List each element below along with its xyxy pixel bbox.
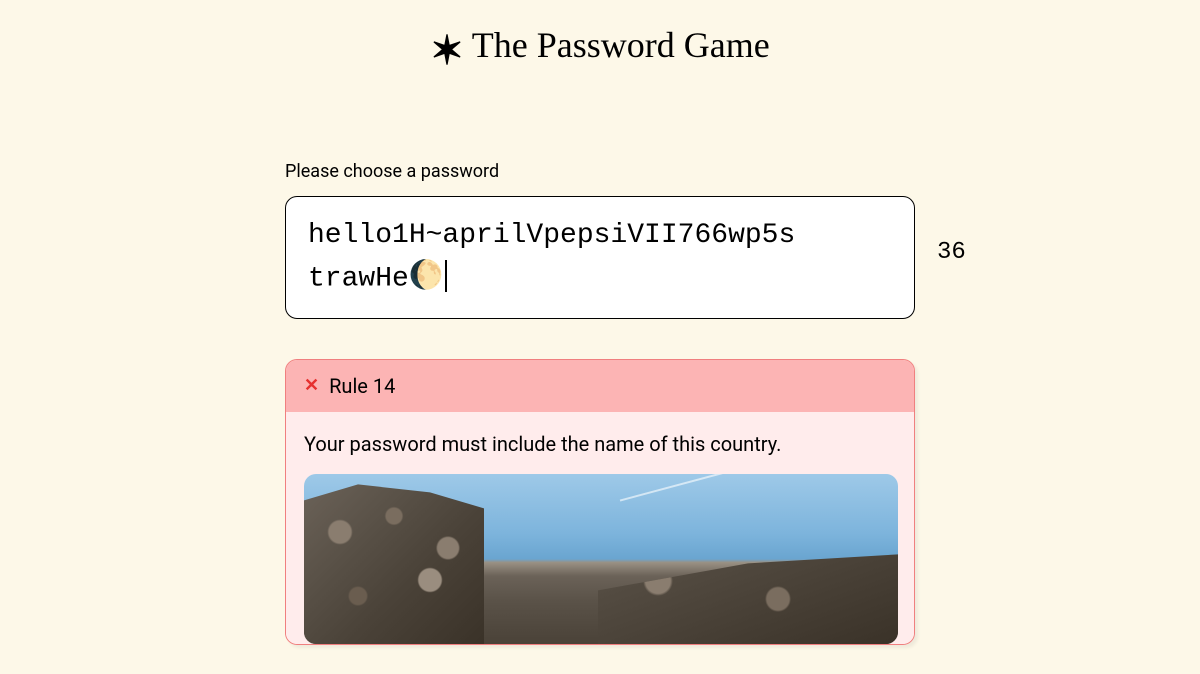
asterisk-icon: ✶ bbox=[430, 31, 464, 71]
password-text-line2: trawHe bbox=[308, 263, 409, 294]
rule-card: ✕ Rule 14 Your password must include the… bbox=[285, 359, 915, 645]
prompt-label: Please choose a password bbox=[285, 161, 915, 182]
stone-wall-left bbox=[304, 484, 484, 644]
moon-emoji-icon: 🌔 bbox=[409, 262, 444, 293]
rule-text: Your password must include the name of t… bbox=[304, 432, 896, 456]
contrail-decoration bbox=[620, 474, 736, 501]
country-image[interactable] bbox=[304, 474, 898, 644]
rule-number: Rule 14 bbox=[329, 374, 395, 398]
password-text-line1: hello1H~aprilVpepsiVII766wp5s bbox=[308, 220, 795, 251]
page-title: ✶ The Password Game bbox=[430, 24, 769, 66]
character-count: 36 bbox=[937, 239, 966, 266]
page-header: ✶ The Password Game bbox=[0, 0, 1200, 66]
text-cursor bbox=[445, 260, 447, 292]
main-container: Please choose a password hello1H~aprilVp… bbox=[285, 161, 915, 645]
rule-header: ✕ Rule 14 bbox=[286, 360, 914, 412]
input-row: hello1H~aprilVpepsiVII766wp5s trawHe🌔 bbox=[285, 196, 915, 319]
x-icon: ✕ bbox=[304, 377, 319, 395]
stone-wall-right bbox=[598, 554, 898, 644]
rule-body: Your password must include the name of t… bbox=[286, 412, 914, 644]
password-input[interactable]: hello1H~aprilVpepsiVII766wp5s trawHe🌔 bbox=[285, 196, 915, 319]
title-text: The Password Game bbox=[472, 24, 770, 66]
